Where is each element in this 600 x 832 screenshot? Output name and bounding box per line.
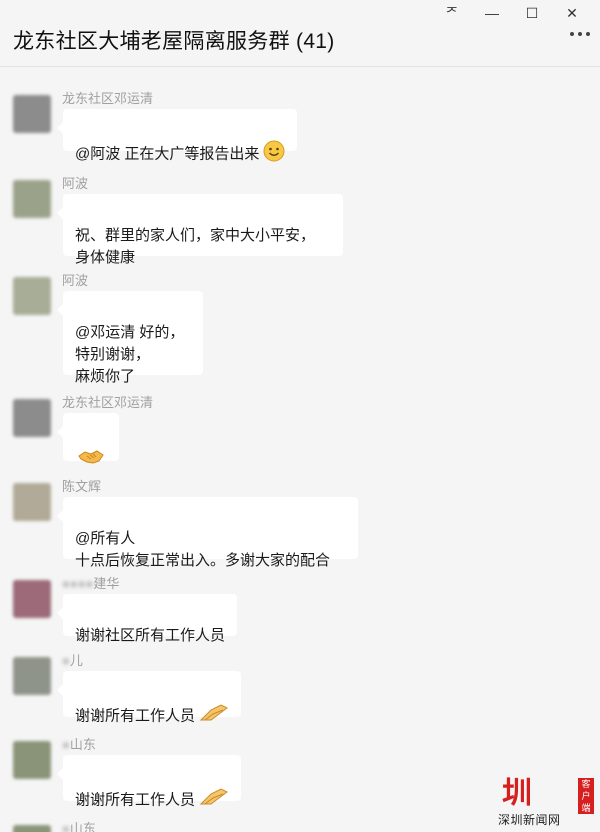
sender-name: ●儿 [62, 653, 83, 668]
watermark-logo-mark: 圳 [502, 776, 532, 811]
minimize-button[interactable]: — [472, 4, 512, 22]
message-bubble[interactable]: 祝、群里的家人们，家中大小平安， 身体健康 [57, 194, 343, 266]
avatar[interactable] [13, 180, 51, 218]
message-bubble[interactable]: @邓运清 好的， 特别谢谢， 麻烦你了 [57, 291, 203, 385]
sender-name: ●山东 [62, 818, 96, 832]
sender-name: ●●●●建华 [62, 576, 120, 591]
sender-name: ●山东 [62, 737, 96, 752]
avatar[interactable] [13, 483, 51, 521]
avatar[interactable] [13, 580, 51, 618]
close-button[interactable]: ✕ [552, 4, 592, 22]
sender-name-blurred-part: ● [62, 653, 70, 668]
smile-emoji-icon [263, 140, 285, 169]
sender-name: 龙东社区邓运清 [62, 395, 154, 410]
avatar[interactable] [13, 741, 51, 779]
handshake-emoji-icon [77, 444, 105, 475]
sender-name: 龙东社区邓运清 [62, 91, 154, 106]
message-bubble[interactable]: @所有人 十点后恢复正常出入。多谢大家的配合 [57, 497, 358, 569]
clap-hands-emoji-icon [199, 702, 229, 731]
dot [586, 32, 590, 36]
maximize-button[interactable]: ☐ [512, 4, 552, 22]
message-text: 祝、群里的家人们，家中大小平安， 身体健康 [75, 227, 316, 266]
avatar[interactable] [13, 277, 51, 315]
message-bubble[interactable]: 谢谢社区所有工作人员 [56, 594, 238, 644]
sender-name-blurred-part: ● [62, 737, 70, 752]
message-list[interactable]: 龙东社区邓运清 @阿波 正在大广等报告出来 阿波 祝、群里的家人们，家中大小平安… [0, 67, 600, 832]
message-text: @阿波 正在大广等报告出来 [75, 145, 260, 163]
message-bubble[interactable]: 谢谢所有工作人员 [56, 671, 242, 724]
sender-name-blurred-part: ● [62, 821, 70, 832]
message-text: 谢谢社区所有工作人员 [75, 627, 226, 644]
more-dots-icon[interactable] [570, 32, 590, 36]
message-text: 谢谢所有工作人员 [75, 707, 196, 725]
message-bubble[interactable]: 谢谢所有工作人员 [56, 755, 242, 808]
message-bubble[interactable]: @阿波 正在大广等报告出来 [56, 109, 298, 162]
avatar[interactable] [13, 657, 51, 695]
clap-hands-emoji-icon [199, 786, 229, 815]
avatar[interactable] [13, 95, 51, 133]
message-text: @所有人 十点后恢复正常出入。多谢大家的配合 [75, 530, 331, 569]
message-text: 谢谢所有工作人员 [75, 791, 196, 809]
pin-window-button[interactable]: ᅎ [432, 4, 472, 22]
sender-name-blurred-part: ●●●● [62, 576, 94, 591]
watermark-text: 深圳新闻网 [498, 813, 561, 827]
window-controls: ᅎ — ☐ ✕ [432, 4, 592, 22]
dot [570, 32, 574, 36]
dot [578, 32, 582, 36]
sender-name: 陈文辉 [62, 479, 102, 494]
watermark-logo: 圳 客户端 深圳新闻网 [498, 778, 594, 828]
chat-header: ᅎ — ☐ ✕ 龙东社区大埔老屋隔离服务群 (41) [0, 0, 600, 67]
chat-window: ᅎ — ☐ ✕ 龙东社区大埔老屋隔离服务群 (41) 龙东社区邓运清 @阿波 正… [0, 0, 600, 832]
avatar[interactable] [13, 825, 51, 832]
message-text: @邓运清 好的， 特别谢谢， 麻烦你了 [75, 324, 185, 385]
avatar[interactable] [13, 399, 51, 437]
chat-title: 龙东社区大埔老屋隔离服务群 (41) [13, 30, 335, 53]
sender-name: 阿波 [62, 273, 89, 288]
message-bubble[interactable] [57, 413, 119, 464]
watermark-side-label: 客户端 [578, 778, 594, 814]
sender-name: 阿波 [62, 176, 89, 191]
